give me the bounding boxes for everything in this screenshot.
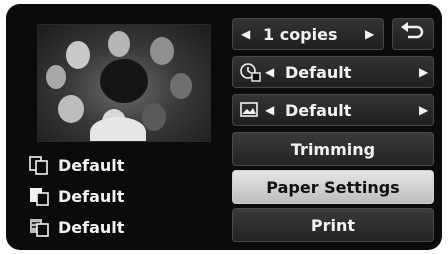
trimming-button[interactable]: Trimming bbox=[232, 132, 434, 166]
paper-type-icon bbox=[28, 186, 50, 206]
back-button[interactable] bbox=[392, 18, 434, 50]
print-button[interactable]: Print bbox=[232, 208, 434, 242]
date-right-arrow-icon[interactable]: ▶ bbox=[419, 57, 428, 87]
image-right-arrow-icon[interactable]: ▶ bbox=[419, 95, 428, 125]
copies-left-arrow-icon[interactable]: ◀ bbox=[241, 19, 250, 49]
image-print-selector[interactable]: ◀ Default ▶ bbox=[232, 94, 434, 126]
layout-status: Default bbox=[28, 214, 124, 240]
paper-settings-button[interactable]: Paper Settings bbox=[232, 170, 434, 204]
copies-right-arrow-icon[interactable]: ▶ bbox=[365, 19, 374, 49]
paper-size-value: Default bbox=[58, 155, 125, 175]
layout-icon bbox=[28, 217, 50, 237]
date-print-value: Default bbox=[285, 62, 352, 82]
copies-value: 1 copies bbox=[263, 24, 338, 44]
date-stamp-icon bbox=[239, 57, 261, 87]
image-left-arrow-icon[interactable]: ◀ bbox=[265, 95, 274, 125]
return-arrow-icon bbox=[400, 22, 426, 46]
photo-preview bbox=[37, 24, 211, 142]
layout-value: Default bbox=[58, 217, 125, 237]
paper-size-icon bbox=[28, 155, 50, 175]
date-left-arrow-icon[interactable]: ◀ bbox=[265, 57, 274, 87]
image-print-value: Default bbox=[285, 100, 352, 120]
image-effect-icon bbox=[239, 95, 261, 125]
copies-selector[interactable]: ◀ 1 copies ▶ bbox=[232, 18, 384, 50]
paper-type-value: Default bbox=[58, 186, 125, 206]
paper-size-status: Default bbox=[28, 152, 124, 178]
date-print-selector[interactable]: ◀ Default ▶ bbox=[232, 56, 434, 88]
printer-screen: Default Default Default ◀ 1 copies ▶ ◀ D… bbox=[6, 4, 442, 250]
paper-type-status: Default bbox=[28, 183, 124, 209]
